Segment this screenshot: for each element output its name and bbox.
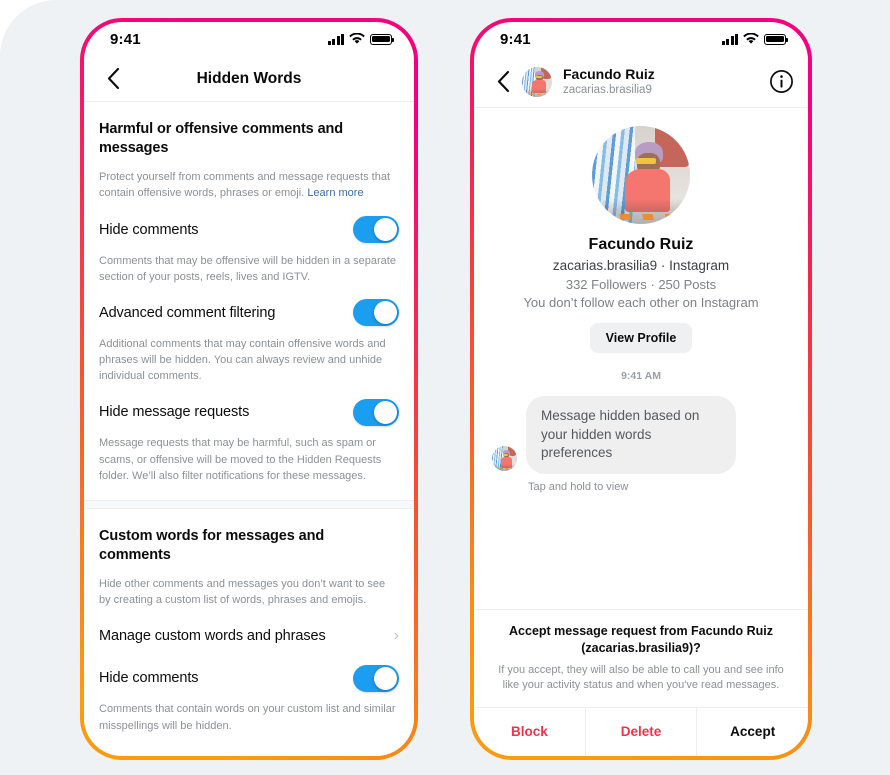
conversation-header-names[interactable]: Facundo Ruiz zacarias.brasilia9 (563, 66, 769, 97)
toggle-knob (374, 400, 397, 424)
info-circle-icon (770, 70, 793, 93)
accept-button[interactable]: Accept (696, 708, 808, 756)
contact-handle: zacarias.brasilia9 (563, 84, 652, 97)
setting-description: Comments that contain words on your cust… (99, 703, 396, 732)
phone-hidden-words-settings: 9:41 Hidden Words Harmful or offensive c… (80, 18, 418, 760)
hide-comments-custom-toggle[interactable] (353, 664, 399, 692)
message-avatar[interactable] (492, 445, 517, 471)
wifi-icon (743, 33, 759, 44)
cellular-bars-icon (327, 33, 344, 45)
setting-row-hide-comments[interactable]: Hide comments (99, 202, 399, 244)
hide-comments-toggle[interactable] (353, 216, 399, 244)
request-text: Accept message request from Facundo Ruiz… (474, 610, 808, 707)
message-row: Message hidden based on your hidden word… (474, 382, 808, 493)
message-timestamp: 9:41 AM (621, 370, 661, 382)
toggle-knob (374, 301, 397, 325)
profile-stats: 332 Followers · 250 Posts (565, 277, 717, 292)
setting-label: Manage custom words and phrases (99, 628, 326, 645)
chevron-left-icon (107, 68, 119, 89)
hidden-message-bubble[interactable]: Message hidden based on your hidden word… (526, 396, 736, 474)
section-harmful-description: Protect yourself from comments and messa… (99, 158, 399, 201)
status-bar-icons (721, 33, 789, 45)
avatar[interactable] (522, 66, 552, 97)
message-column: Message hidden based on your hidden word… (526, 396, 736, 493)
request-actions: Block Delete Accept (474, 707, 808, 756)
status-bar-left: 9:41 (84, 22, 414, 56)
learn-more-link[interactable]: Learn more (307, 187, 363, 199)
view-profile-button[interactable]: View Profile (589, 323, 693, 353)
wifi-icon (349, 33, 365, 44)
profile-summary: Facundo Ruiz zacarias.brasilia9 · Instag… (474, 108, 808, 382)
avatar-bike (522, 88, 552, 97)
block-button[interactable]: Block (474, 708, 585, 756)
avatar-bike (592, 198, 690, 224)
hidden-message-hint: Tap and hold to view (528, 480, 629, 493)
status-bar-right: 9:41 (474, 22, 808, 56)
chevron-right-icon: › (393, 627, 399, 645)
setting-row-manage-custom-words[interactable]: Manage custom words and phrases › (99, 608, 399, 650)
conversation-body: Facundo Ruiz zacarias.brasilia9 · Instag… (474, 108, 808, 756)
user-avatar-small (492, 445, 517, 471)
section-divider (84, 499, 414, 509)
status-bar-icons (327, 33, 395, 45)
toggle-knob (374, 218, 397, 242)
avatar-sunglasses (503, 454, 509, 456)
battery-full-icon (370, 33, 395, 45)
user-avatar (522, 66, 552, 97)
setting-description: Additional comments that may contain off… (99, 337, 386, 383)
phone-screen-right: 9:41 Facundo Ruiz zacarias.brasilia9 Fac… (474, 22, 808, 756)
status-bar-time: 9:41 (110, 30, 141, 48)
settings-list: Harmful or offensive comments and messag… (84, 102, 414, 756)
chevron-left-icon (497, 71, 509, 92)
setting-row-hide-message-requests[interactable]: Hide message requests (99, 384, 399, 426)
avatar-large[interactable] (592, 126, 690, 224)
navigation-bar-right: Facundo Ruiz zacarias.brasilia9 (474, 56, 808, 108)
cellular-bars-icon (721, 33, 738, 45)
back-button[interactable] (98, 64, 128, 94)
user-avatar-large (592, 126, 690, 224)
setting-row-advanced-comment-filtering[interactable]: Advanced comment filtering (99, 285, 399, 327)
avatar-sunglasses (535, 76, 542, 79)
advanced-comment-filtering-toggle[interactable] (353, 299, 399, 327)
info-button[interactable] (769, 69, 794, 94)
setting-label: Advanced comment filtering (99, 304, 276, 321)
avatar-sunglasses (636, 158, 656, 165)
setting-row-hide-comments-custom[interactable]: Hide comments (99, 650, 399, 692)
back-button[interactable] (488, 67, 518, 97)
screenshot-canvas: 9:41 Hidden Words Harmful or offensive c… (0, 0, 890, 775)
setting-description: Message requests that may be harmful, su… (99, 437, 382, 482)
section-harmful-title: Harmful or offensive comments and messag… (99, 121, 344, 157)
setting-label: Hide comments (99, 221, 199, 238)
profile-name: Facundo Ruiz (588, 236, 694, 253)
section-custom-words: Custom words for messages and comments H… (84, 509, 414, 734)
avatar-bike (492, 464, 517, 471)
delete-button[interactable]: Delete (584, 708, 697, 756)
navigation-bar-left: Hidden Words (84, 56, 414, 102)
setting-description: Comments that may be offensive will be h… (99, 254, 396, 283)
phone-screen-left: 9:41 Hidden Words Harmful or offensive c… (84, 22, 414, 756)
message-request-panel: Accept message request from Facundo Ruiz… (474, 609, 808, 756)
setting-label: Hide message requests (99, 404, 250, 421)
status-bar-time: 9:41 (500, 30, 531, 48)
request-description: If you accept, they will also be able to… (498, 663, 784, 692)
page-title: Hidden Words (196, 69, 302, 87)
section-custom-title: Custom words for messages and comments (99, 527, 325, 563)
contact-name: Facundo Ruiz (563, 65, 655, 82)
profile-subtitle: zacarias.brasilia9 · Instagram (552, 258, 730, 273)
battery-full-icon (764, 33, 789, 45)
setting-label: Hide comments (99, 670, 199, 687)
conversation-spacer (474, 493, 808, 609)
section-custom-description: Hide other comments and messages you don… (99, 578, 386, 607)
profile-relationship: You don’t follow each other on Instagram (523, 295, 759, 310)
section-harmful: Harmful or offensive comments and messag… (84, 102, 414, 500)
toggle-knob (374, 666, 397, 690)
hide-message-requests-toggle[interactable] (353, 398, 399, 426)
phone-message-request: 9:41 Facundo Ruiz zacarias.brasilia9 Fac… (470, 18, 812, 760)
request-title: Accept message request from Facundo Ruiz… (509, 624, 773, 655)
